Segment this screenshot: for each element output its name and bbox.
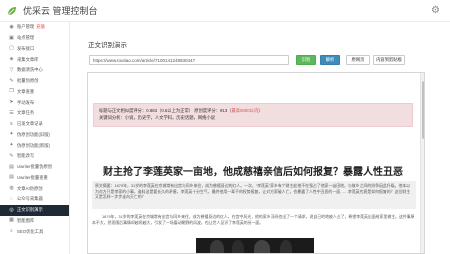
sidebar-item-label: 批量伪原创 xyxy=(17,78,39,84)
sidebar-item-label: 文章任务 xyxy=(17,110,35,116)
sidebar-item-label: 站点管理 xyxy=(17,35,35,41)
alert-suffix: ） xyxy=(258,108,263,113)
url-input[interactable] xyxy=(89,55,289,65)
sidebar-item[interactable]: ◌ 公众号采集器 xyxy=(0,194,69,205)
sidebar-item[interactable]: ➤ 手动发布 xyxy=(0,97,69,108)
edit-icon: ✎ xyxy=(9,77,14,84)
sidebar-item-label: 已发文章记录 xyxy=(17,121,43,127)
logo-icon xyxy=(5,4,19,18)
sidebar-item[interactable]: ◎ 正文识别演示 xyxy=(0,204,69,216)
sidebar-item[interactable]: ✎ 批量伪原创 xyxy=(0,76,69,87)
app-title: 优采云 管理控制台 xyxy=(23,6,98,16)
sidebar-item-label: 正文识别演示 xyxy=(17,207,43,213)
alert-line-1: 标题与正文相似度评分：0.883（0.6以上为正常） 原创度评分：913（最高5… xyxy=(99,107,407,114)
sidebar-item[interactable]: ◈ 采集文章库 xyxy=(0,54,69,65)
sidebar-item[interactable]: ≡ 已发文章记录 xyxy=(0,119,69,130)
sidebar-item-label: 数据清洗中心 xyxy=(17,67,43,73)
sidebar-item[interactable]: ✦ 伪原创功能(旧版) xyxy=(0,130,69,141)
alert-highlight: 最高5000以内 xyxy=(231,108,259,113)
article-scrollbar[interactable] xyxy=(420,73,424,253)
sidebar-item-label: 智能改写 xyxy=(17,153,35,159)
parse-button[interactable]: 解析 xyxy=(320,55,340,65)
page-title: 正文识别演示 xyxy=(88,42,127,49)
sidebar-item-label: 公众号采集器 xyxy=(17,196,43,202)
image-icon: ▦ xyxy=(9,217,14,224)
task-icon: ☰ xyxy=(9,109,14,116)
sidebar-item-label: Uwriter批量查重 xyxy=(17,174,48,180)
filter-icon: ▽ xyxy=(9,66,14,73)
sidebar-item[interactable]: ✎ 智能改写 xyxy=(0,151,69,162)
doc-icon: ▤ xyxy=(9,174,14,181)
sidebar-item[interactable]: ▦ 智能图库 xyxy=(0,216,69,227)
magic-icon: ✦ xyxy=(9,131,14,138)
sidebar-item-label: Uwriter批量伪原创 xyxy=(17,164,53,170)
sidebar-item[interactable]: ◉ 账户管理 充值 xyxy=(0,22,69,33)
sidebar-item[interactable]: ☰ 文章任务 xyxy=(0,108,69,119)
sidebar: ◉ 账户管理 充值 ▣ 站点管理 ▢ 发布接口 ◈ 采集文章库 ▽ 数据清洗中心 ✎ 批量伪原创 ❐ 文章查… xyxy=(0,22,70,254)
search-icon: ⌕ xyxy=(10,228,13,235)
magic-icon: ✦ xyxy=(9,142,14,149)
article-preview[interactable]: 标题与正文相似度评分：0.883（0.6以上为正常） 原创度评分：913（最高5… xyxy=(87,72,425,254)
sidebar-item-label: 账户管理 xyxy=(17,24,35,30)
alert-line-2: 关键词分析：小说，历史学，人文学科，历史话题，网络小说 xyxy=(99,115,216,120)
sidebar-item[interactable]: ▣ 站点管理 xyxy=(0,33,69,44)
robot-icon: ◍ xyxy=(9,185,14,192)
sidebar-item[interactable]: ▽ 数据清洗中心 xyxy=(0,65,69,76)
recharge-badge[interactable]: 充值 xyxy=(36,24,45,30)
eye-icon: ◎ xyxy=(9,206,14,213)
copy-content-button[interactable]: 内容到剪贴板 xyxy=(373,55,405,65)
sidebar-item-label: 文章AI伪原创 xyxy=(17,185,43,191)
sidebar-item-label: 文章查重 xyxy=(17,88,35,94)
sidebar-item-label: 伪原创功能(旧版) xyxy=(17,131,50,137)
plug-icon: ▢ xyxy=(9,45,14,52)
sidebar-item[interactable]: ▤ Uwriter批量伪原创 xyxy=(0,162,69,173)
sidebar-item-label: 采集文章库 xyxy=(17,56,39,62)
sitemap-icon: ▣ xyxy=(9,34,14,41)
article-headline: 财主抢了李莲英家一亩地，他成慈禧亲信后如何报复？暴露人性丑恶 xyxy=(103,167,403,178)
send-icon: ➤ xyxy=(9,99,14,106)
top-bar: 优采云 管理控制台 ⚙ xyxy=(0,0,450,22)
pen-icon: ✎ xyxy=(9,152,14,159)
sidebar-item[interactable]: ✦ 伪原创功能(新版) xyxy=(0,140,69,151)
list-icon: ≡ xyxy=(10,120,13,127)
doc-icon: ▤ xyxy=(9,163,14,170)
sidebar-item-label: 智能图库 xyxy=(17,217,35,223)
original-page-button[interactable]: 原网页 xyxy=(346,55,370,65)
sidebar-item[interactable]: ⌕ SEO优化工具 xyxy=(0,226,69,237)
sidebar-item[interactable]: ▤ Uwriter批量查重 xyxy=(0,173,69,184)
article-summary: 原文摘要：1879年，31岁的李莲英在京城常有出宫与同乡来往，成为慈禧身边的红人… xyxy=(92,181,416,209)
similarity-alert: 标题与正文相似度评分：0.883（0.6以上为正常） 原创度评分：913（最高5… xyxy=(93,103,413,127)
article-photo xyxy=(196,238,314,253)
wechat-icon: ◌ xyxy=(10,195,13,202)
database-icon: ◈ xyxy=(9,56,14,63)
scrollbar-thumb[interactable] xyxy=(422,81,424,139)
sidebar-item[interactable]: ◍ 文章AI伪原创 xyxy=(0,183,69,194)
sidebar-item-label: 手动发布 xyxy=(17,99,35,105)
alert-prefix: 标题与正文相似度评分：0.883（0.6以上为正常） 原创度评分：913（ xyxy=(99,108,232,113)
user-icon: ◉ xyxy=(9,23,14,30)
sidebar-item[interactable]: ❐ 文章查重 xyxy=(0,87,69,98)
copy-icon: ❐ xyxy=(9,88,14,95)
extract-button[interactable]: 识别 xyxy=(296,55,316,65)
article-paragraph: 1879年，31岁的李莲英在京城常有出宫与同乡来往，成为慈禧身边的红人，在宫中风… xyxy=(92,214,415,225)
sidebar-item[interactable]: ▢ 发布接口 xyxy=(0,44,69,55)
sidebar-item-label: SEO优化工具 xyxy=(17,228,44,234)
main-content: 正文识别演示 识别 解析 原网页 内容到剪贴板 标题与正文相似度评分：0.883… xyxy=(70,22,450,254)
gear-icon[interactable]: ⚙ xyxy=(431,5,440,16)
sidebar-item-label: 伪原创功能(新版) xyxy=(17,142,50,148)
sidebar-item-label: 发布接口 xyxy=(17,45,35,51)
